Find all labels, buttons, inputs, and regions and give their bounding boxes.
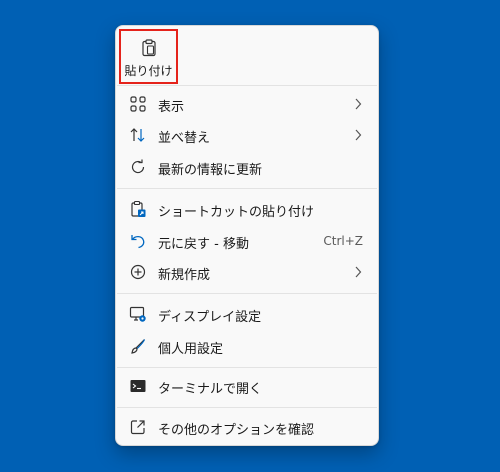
paste-shortcut-icon <box>131 200 146 217</box>
menu-item-label: 元に戻す - 移動 <box>158 237 249 252</box>
context-menu: 貼り付け 表示 並べ替え 最新の情報に更新 ショートカットの貼り付け 元に戻す … <box>115 25 379 446</box>
menu-separator <box>117 407 377 408</box>
menu-separator <box>117 188 377 189</box>
menu-item-label: ターミナルで開く <box>158 382 263 397</box>
menu-item-sort[interactable]: 並べ替え <box>120 120 374 151</box>
more-options-icon <box>130 420 145 435</box>
keyboard-shortcut: Ctrl+Z <box>323 234 363 248</box>
menu-item-label: 新規作成 <box>158 268 211 283</box>
paste-button[interactable]: 貼り付け <box>119 29 178 84</box>
menu-item-label: ショートカットの貼り付け <box>158 205 315 220</box>
undo-icon <box>131 235 145 249</box>
terminal-icon <box>130 380 146 392</box>
paste-label: 貼り付け <box>124 64 173 78</box>
refresh-icon <box>131 159 145 174</box>
menu-item-undo-move[interactable]: 元に戻す - 移動 Ctrl+Z <box>120 226 374 257</box>
menu-item-paste-shortcut[interactable]: ショートカットの貼り付け <box>120 194 374 225</box>
menu-separator <box>117 367 377 368</box>
display-settings-icon <box>129 306 146 322</box>
menu-item-label: ディスプレイ設定 <box>158 310 262 325</box>
clipboard-icon <box>141 39 156 57</box>
menu-item-label: 表示 <box>158 100 185 115</box>
brush-icon <box>131 339 146 354</box>
menu-command-bar: 貼り付け <box>116 26 378 86</box>
grid-view-icon <box>130 96 146 112</box>
sort-icon <box>130 128 145 142</box>
menu-item-label: 並べ替え <box>158 131 211 146</box>
menu-item-label: 最新の情報に更新 <box>158 163 263 178</box>
chevron-right-icon <box>355 266 362 278</box>
menu-separator <box>117 85 377 86</box>
menu-separator <box>117 293 377 294</box>
menu-item-show-more-options[interactable]: その他のオプションを確認 <box>120 412 374 443</box>
menu-item-label: 個人用設定 <box>158 342 224 357</box>
chevron-right-icon <box>355 129 362 141</box>
add-circle-icon <box>130 264 146 280</box>
menu-item-open-terminal[interactable]: ターミナルで開く <box>120 371 374 402</box>
chevron-right-icon <box>355 98 362 110</box>
menu-item-refresh[interactable]: 最新の情報に更新 <box>120 152 374 183</box>
menu-item-display-settings[interactable]: ディスプレイ設定 <box>120 299 374 330</box>
menu-item-view[interactable]: 表示 <box>120 89 374 120</box>
menu-item-personalize[interactable]: 個人用設定 <box>120 331 374 362</box>
menu-item-new[interactable]: 新規作成 <box>120 257 374 288</box>
menu-item-label: その他のオプションを確認 <box>158 423 315 438</box>
